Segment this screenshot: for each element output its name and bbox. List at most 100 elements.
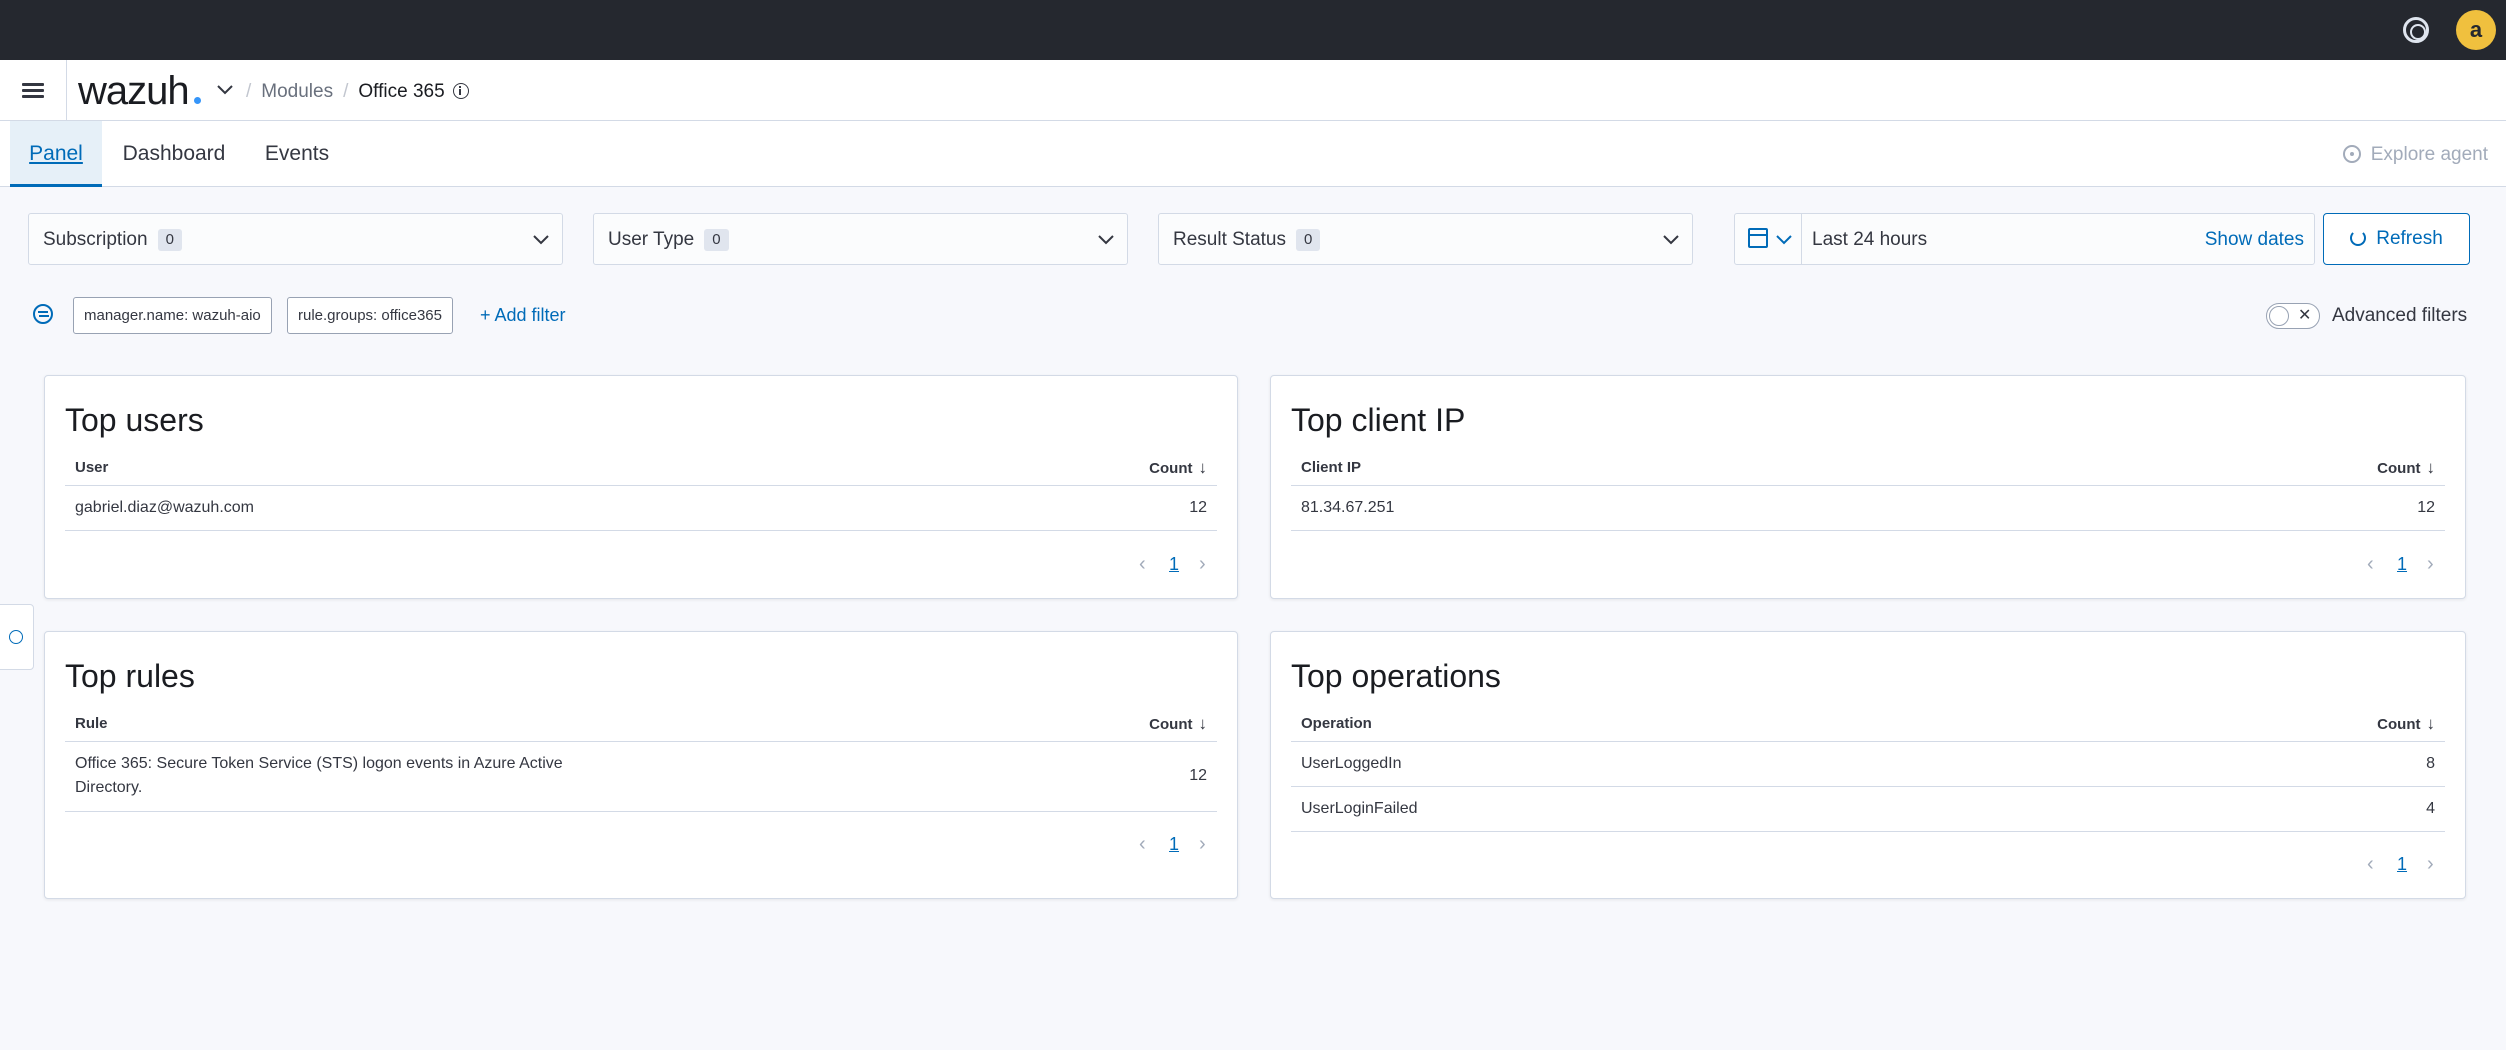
subscription-count: 0 — [157, 229, 182, 251]
tab-dashboard[interactable]: Dashboard — [110, 121, 238, 187]
refresh-icon — [2350, 230, 2367, 246]
show-dates-link[interactable]: Show dates — [2205, 228, 2304, 252]
page-number[interactable]: 1 — [1169, 552, 1179, 576]
menu-icon[interactable] — [22, 83, 44, 99]
table-header: User Count ↓ — [65, 450, 1217, 486]
user-avatar[interactable]: a — [2456, 10, 2496, 50]
refresh-button[interactable]: Refresh — [2323, 213, 2470, 265]
panel-title: Top users — [65, 402, 204, 438]
quick-select-button[interactable] — [1735, 214, 1802, 264]
filter-pill-rule-groups[interactable]: rule.groups: office365 — [287, 297, 453, 334]
pagination: ‹ 1 › — [1127, 552, 1217, 576]
table-header: Rule Count ↓ — [65, 706, 1217, 742]
breadcrumb-current: Office 365 — [358, 81, 445, 102]
app-header: wazuh / Modules / Office 365 — [0, 60, 2506, 121]
info-icon — [9, 630, 23, 644]
result-status-select[interactable]: Result Status 0 — [1158, 213, 1693, 265]
side-info-tab[interactable] — [0, 604, 34, 670]
chevron-right-icon[interactable]: › — [2427, 552, 2434, 576]
cell-rule-line1: Office 365: Secure Token Service (STS) l… — [75, 755, 563, 772]
filter-options-icon[interactable] — [33, 304, 53, 324]
chevron-down-icon — [1663, 235, 1679, 245]
column-header-count[interactable]: Count ↓ — [1149, 458, 1207, 479]
agent-icon — [2342, 145, 2361, 163]
cell-operation: UserLoginFailed — [1301, 800, 1418, 817]
table-row: Office 365: Secure Token Service (STS) l… — [65, 742, 1217, 812]
table-header: Operation Count ↓ — [1291, 706, 2445, 742]
pagination: ‹ 1 › — [2355, 852, 2445, 876]
chevron-right-icon[interactable]: › — [1199, 552, 1206, 576]
column-header-client-ip[interactable]: Client IP — [1301, 458, 1361, 478]
chevron-down-icon[interactable] — [216, 80, 234, 98]
panel-title: Top operations — [1291, 658, 1501, 694]
module-tabs: Panel Dashboard Events Explore agent — [0, 121, 2506, 187]
explore-agent-button[interactable]: Explore agent — [2342, 143, 2488, 167]
pagination: ‹ 1 › — [1127, 832, 1217, 856]
column-header-count[interactable]: Count ↓ — [2377, 458, 2435, 479]
time-range-text[interactable]: Last 24 hours — [1812, 228, 1927, 252]
panel-title: Top rules — [65, 658, 195, 694]
column-header-count[interactable]: Count ↓ — [2377, 714, 2435, 735]
cell-count: 12 — [2417, 499, 2435, 516]
result-status-count: 0 — [1296, 229, 1321, 251]
breadcrumb-modules[interactable]: Modules — [261, 81, 333, 102]
chevron-right-icon[interactable]: › — [2427, 852, 2434, 876]
info-icon[interactable] — [452, 83, 469, 99]
advanced-filters-label: Advanced filters — [2332, 305, 2468, 326]
chevron-left-icon[interactable]: ‹ — [2367, 552, 2374, 576]
advanced-filters-toggle[interactable]: ✕ — [2266, 303, 2320, 329]
cell-count: 8 — [2426, 755, 2435, 772]
top-operations-panel: Top operations Operation Count ↓ UserLogg… — [1270, 631, 2466, 899]
breadcrumb: / Modules / Office 365 — [246, 80, 469, 104]
cell-client-ip: 81.34.67.251 — [1301, 499, 1395, 516]
chevron-left-icon[interactable]: ‹ — [1139, 552, 1146, 576]
table-row: UserLoginFailed 4 — [1291, 787, 2445, 832]
user-type-count: 0 — [704, 229, 729, 251]
help-icon[interactable] — [2403, 17, 2429, 43]
cell-rule-line2: Directory. — [75, 779, 143, 796]
cell-user: gabriel.diaz@wazuh.com — [75, 499, 254, 516]
wazuh-logo[interactable]: wazuh — [78, 68, 190, 114]
add-filter-button[interactable]: + Add filter — [480, 304, 566, 326]
column-header-count[interactable]: Count ↓ — [1149, 714, 1207, 735]
chevron-left-icon[interactable]: ‹ — [2367, 852, 2374, 876]
sort-arrow-icon: ↓ — [2426, 714, 2436, 733]
header-divider — [66, 60, 67, 121]
user-type-select[interactable]: User Type 0 — [593, 213, 1128, 265]
time-picker: Last 24 hours Show dates — [1734, 213, 2315, 265]
calendar-icon — [1748, 228, 1768, 248]
close-icon: ✕ — [2298, 307, 2312, 324]
page-number[interactable]: 1 — [2397, 852, 2407, 876]
chevron-left-icon[interactable]: ‹ — [1139, 832, 1146, 856]
chevron-down-icon — [1098, 235, 1114, 245]
cell-operation: UserLoggedIn — [1301, 755, 1402, 772]
tab-events[interactable]: Events — [250, 121, 344, 187]
column-header-rule[interactable]: Rule — [75, 714, 108, 734]
chevron-down-icon — [533, 235, 549, 245]
filter-pill-manager-name[interactable]: manager.name: wazuh-aio — [73, 297, 272, 334]
chevron-down-icon — [1776, 235, 1792, 245]
cell-count: 12 — [1189, 499, 1207, 516]
page-number[interactable]: 1 — [1169, 832, 1179, 856]
sort-arrow-icon: ↓ — [1198, 458, 1208, 477]
page-number[interactable]: 1 — [2397, 552, 2407, 576]
cell-count: 4 — [2426, 800, 2435, 817]
tab-panel[interactable]: Panel — [10, 121, 102, 187]
logo-dot — [194, 97, 201, 104]
table-row: 81.34.67.251 12 — [1291, 486, 2445, 531]
subscription-select[interactable]: Subscription 0 — [28, 213, 563, 265]
column-header-operation[interactable]: Operation — [1301, 714, 1372, 734]
top-client-ip-panel: Top client IP Client IP Count ↓ 81.34.67.… — [1270, 375, 2466, 599]
top-users-panel: Top users User Count ↓ gabriel.diaz@wazuh… — [44, 375, 1238, 599]
chevron-right-icon[interactable]: › — [1199, 832, 1206, 856]
column-header-user[interactable]: User — [75, 458, 108, 478]
cell-count: 12 — [1189, 767, 1207, 784]
panel-title: Top client IP — [1291, 402, 1466, 438]
top-rules-panel: Top rules Rule Count ↓ Office 365: Secure… — [44, 631, 1238, 899]
table-row: UserLoggedIn 8 — [1291, 742, 2445, 787]
toggle-knob — [2269, 306, 2289, 326]
table-header: Client IP Count ↓ — [1291, 450, 2445, 486]
pagination: ‹ 1 › — [2355, 552, 2445, 576]
top-bar: a — [0, 0, 2506, 60]
sort-arrow-icon: ↓ — [1198, 714, 1208, 733]
